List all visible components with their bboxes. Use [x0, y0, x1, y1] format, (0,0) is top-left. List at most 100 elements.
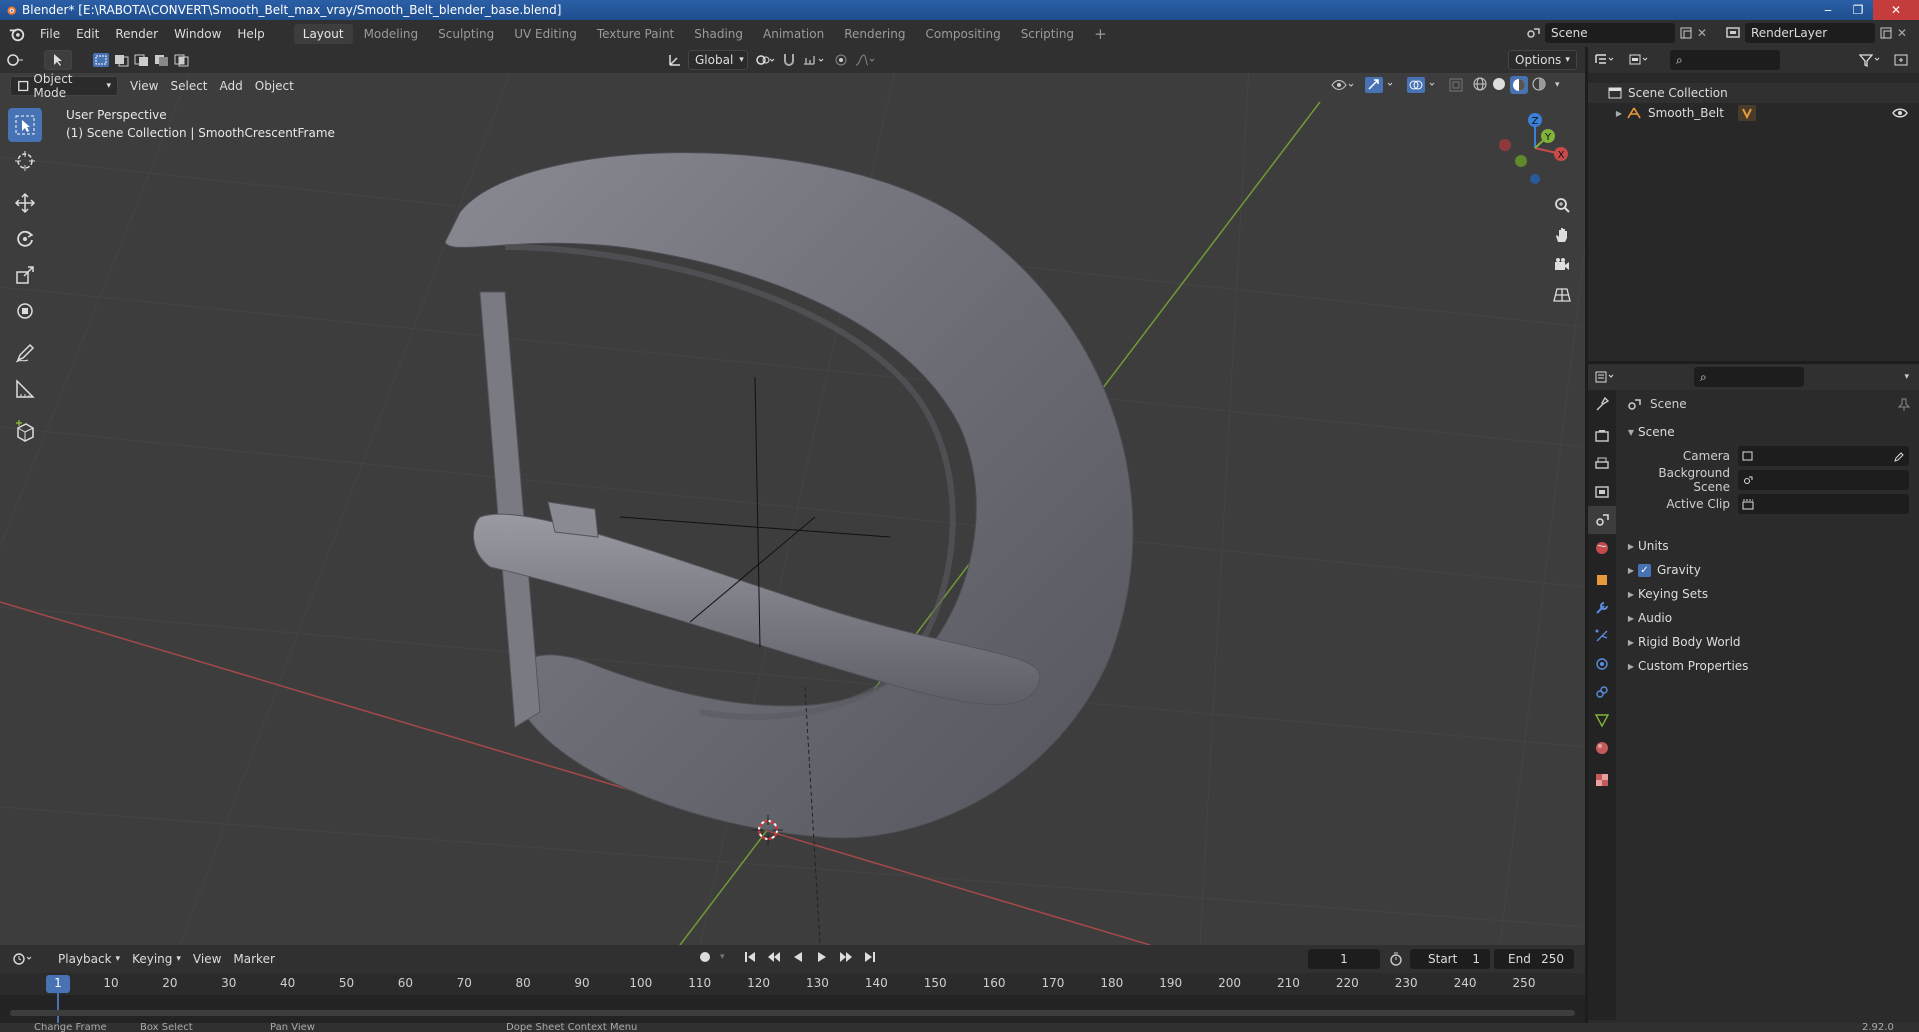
- chevron-down-icon[interactable]: ▾: [720, 952, 725, 962]
- rotate-tool[interactable]: [8, 222, 42, 256]
- tab-scripting[interactable]: Scripting: [1012, 24, 1083, 44]
- properties-editor-type-button[interactable]: [1588, 367, 1624, 387]
- subpanel-keying-sets[interactable]: ▶ Keying Sets: [1624, 582, 1914, 606]
- tab-particles[interactable]: [1588, 622, 1616, 650]
- gizmo-toggle-icon[interactable]: [1364, 76, 1398, 94]
- delete-scene-icon[interactable]: ✕: [1697, 26, 1707, 40]
- record-keyframe-icon[interactable]: [700, 952, 710, 962]
- outliner-scene-collection[interactable]: Scene Collection: [1608, 83, 1728, 103]
- tab-constraints[interactable]: [1588, 678, 1616, 706]
- timeline-ruler[interactable]: 1 10 20 30 40 50 60 70 80 90 100 110 120 130 140 150 160…: [0, 973, 1585, 1023]
- tab-output[interactable]: [1588, 450, 1616, 478]
- zoom-button[interactable]: [1547, 190, 1577, 220]
- viewport-menu-add[interactable]: Add: [214, 76, 249, 96]
- xray-toggle-icon[interactable]: [1448, 77, 1464, 93]
- tab-physics[interactable]: [1588, 650, 1616, 678]
- tab-render[interactable]: [1588, 422, 1616, 450]
- visibility-eye-icon[interactable]: [1330, 77, 1356, 93]
- gizmo-neg-z-handle[interactable]: [1530, 174, 1540, 184]
- filter-funnel-icon[interactable]: [1858, 53, 1884, 67]
- close-button[interactable]: ✕: [1873, 0, 1919, 20]
- viewport-menu-select[interactable]: Select: [164, 76, 213, 96]
- pivot-point-icon[interactable]: [754, 52, 776, 68]
- tab-animation[interactable]: Animation: [754, 24, 833, 44]
- select-box-tool[interactable]: [8, 108, 42, 142]
- active-clip-field[interactable]: [1738, 494, 1909, 514]
- outliner-search-input[interactable]: ⌕: [1670, 50, 1780, 70]
- tab-uv-editing[interactable]: UV Editing: [505, 24, 586, 44]
- tab-texture[interactable]: [1588, 766, 1616, 794]
- select-invert-icon[interactable]: [152, 52, 170, 68]
- jump-to-keyframe-forward-icon[interactable]: [839, 950, 853, 964]
- add-workspace-button[interactable]: +: [1085, 22, 1116, 46]
- subpanel-audio[interactable]: ▶ Audio: [1624, 606, 1914, 630]
- tab-sculpting[interactable]: Sculpting: [429, 24, 503, 44]
- timeline-scrollbar[interactable]: [10, 1010, 1575, 1016]
- snap-magnet-icon[interactable]: [782, 52, 796, 68]
- menu-edit[interactable]: Edit: [68, 27, 107, 41]
- jump-to-start-icon[interactable]: [743, 950, 757, 964]
- select-tool-mode-button[interactable]: [44, 50, 72, 70]
- subpanel-rigid-body-world[interactable]: ▶ Rigid Body World: [1624, 630, 1914, 654]
- select-extend-icon[interactable]: [112, 52, 130, 68]
- editor-type-button[interactable]: [0, 50, 30, 70]
- jump-to-end-icon[interactable]: [863, 950, 877, 964]
- menu-render[interactable]: Render: [107, 27, 166, 41]
- subpanel-gravity[interactable]: ▶ ✓ Gravity: [1624, 558, 1914, 582]
- overlays-toggle-icon[interactable]: [1406, 76, 1440, 94]
- object-mode-dropdown[interactable]: Object Mode ▾: [10, 72, 118, 100]
- timeline-menu-playback[interactable]: Playback ▾: [52, 949, 126, 969]
- viewport-scene-canvas[interactable]: [0, 47, 1585, 945]
- add-cube-tool[interactable]: [8, 414, 42, 448]
- pan-button[interactable]: [1547, 220, 1577, 250]
- rendered-shading-icon[interactable]: [1531, 76, 1547, 92]
- cursor-tool[interactable]: [8, 144, 42, 178]
- outliner-item-smooth-belt[interactable]: ▶ Smooth_Belt: [1612, 103, 1912, 123]
- pin-icon[interactable]: [1897, 398, 1911, 412]
- blender-menu-icon[interactable]: [8, 25, 26, 43]
- tab-data[interactable]: [1588, 706, 1616, 734]
- jump-to-keyframe-back-icon[interactable]: [767, 950, 781, 964]
- camera-view-button[interactable]: [1547, 250, 1577, 280]
- display-mode-button[interactable]: [1622, 50, 1656, 70]
- camera-field[interactable]: [1738, 446, 1909, 466]
- timeline-menu-marker[interactable]: Marker: [227, 949, 280, 969]
- modifier-wrench-icon[interactable]: [1737, 105, 1756, 121]
- material-preview-shading-icon[interactable]: [1510, 76, 1528, 94]
- tab-object[interactable]: [1588, 566, 1616, 594]
- tab-texture-paint[interactable]: Texture Paint: [588, 24, 683, 44]
- gizmo-neg-y-handle[interactable]: [1515, 155, 1527, 167]
- 3d-viewport[interactable]: [0, 47, 1585, 945]
- stopwatch-icon[interactable]: [1388, 951, 1404, 967]
- tab-modeling[interactable]: Modeling: [355, 24, 428, 44]
- solid-shading-icon[interactable]: [1491, 76, 1507, 92]
- gizmo-neg-x-handle[interactable]: [1499, 139, 1511, 151]
- background-scene-field[interactable]: [1738, 470, 1909, 490]
- proportional-falloff-icon[interactable]: [854, 52, 876, 68]
- select-new-icon[interactable]: [92, 52, 110, 68]
- navigation-gizmo[interactable]: Z X Y: [1495, 108, 1575, 188]
- transform-orientation-dropdown[interactable]: Global ▾: [688, 50, 748, 70]
- maximize-button[interactable]: ❐: [1843, 0, 1873, 20]
- eyedropper-icon[interactable]: [1893, 450, 1905, 462]
- scene-selector[interactable]: Scene: [1545, 23, 1675, 43]
- tab-view-layer[interactable]: [1588, 478, 1616, 506]
- ortho-toggle-button[interactable]: [1547, 280, 1577, 310]
- viewport-menu-object[interactable]: Object: [249, 76, 300, 96]
- snap-increment-icon[interactable]: [802, 52, 828, 68]
- menu-window[interactable]: Window: [166, 27, 229, 41]
- menu-file[interactable]: File: [32, 27, 68, 41]
- tab-scene[interactable]: [1588, 506, 1616, 534]
- measure-tool[interactable]: [8, 372, 42, 406]
- expand-triangle-icon[interactable]: ▶: [1612, 109, 1626, 118]
- select-subtract-icon[interactable]: [132, 52, 150, 68]
- timeline-menu-view[interactable]: View: [187, 949, 227, 969]
- select-intersect-icon[interactable]: [172, 52, 190, 68]
- tab-layout[interactable]: Layout: [293, 23, 353, 44]
- play-reverse-icon[interactable]: [791, 950, 805, 964]
- current-frame-field[interactable]: 1: [1308, 949, 1380, 969]
- properties-search-input[interactable]: ⌕: [1694, 367, 1804, 387]
- new-scene-icon[interactable]: [1679, 26, 1693, 40]
- tab-modifiers[interactable]: [1588, 594, 1616, 622]
- wireframe-shading-icon[interactable]: [1472, 76, 1488, 92]
